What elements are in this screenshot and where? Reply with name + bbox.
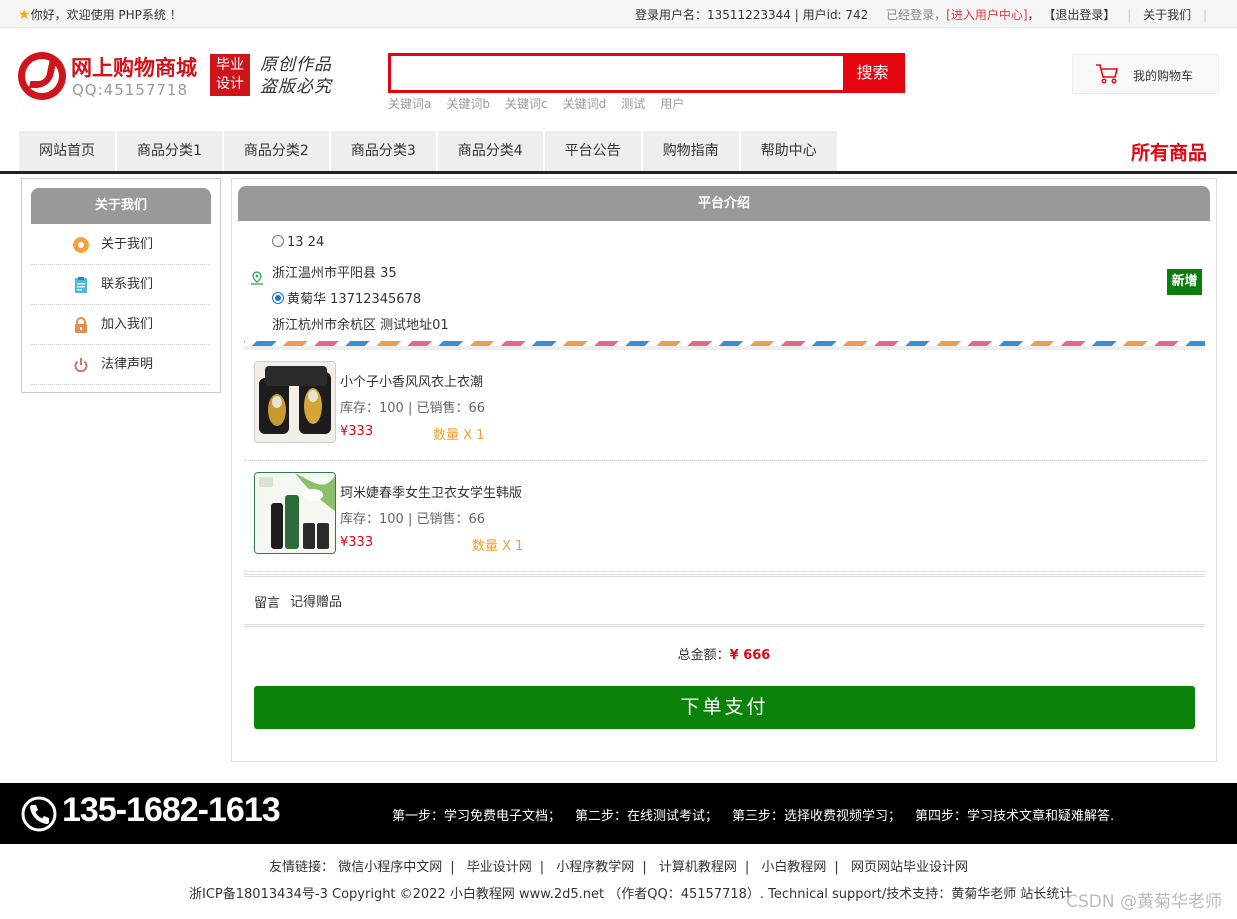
user-info: 登录用户名：13511223344 | 用户id: 742 — [634, 8, 869, 22]
sidebar: 关于我们 关于我们 联系我们 加入我们 法律声明 — [21, 178, 221, 393]
address-list: 13 24 浙江温州市平阳县 35 黄菊华 13712345678 浙江杭州市余… — [250, 231, 1205, 339]
nav-item-category-1[interactable]: 商品分类1 — [117, 131, 222, 171]
cart-button[interactable]: 我的购物车 — [1072, 54, 1219, 94]
site-logo[interactable]: 网上购物商城 QQ:45157718 毕业 设计 原创作品 盗版必究 — [18, 50, 338, 102]
main-nav: 网站首页 商品分类1 商品分类2 商品分类3 商品分类4 平台公告 购物指南 帮… — [0, 131, 1237, 174]
sidebar-item-about[interactable]: 关于我们 — [31, 225, 211, 265]
copyright: 浙ICP备18013434号-3 Copyright ©2022 小白教程网 w… — [189, 887, 1073, 902]
orange-circle-icon — [73, 237, 89, 253]
nav-item-announcement[interactable]: 平台公告 — [544, 131, 641, 171]
divider: | — [1127, 8, 1132, 22]
product-name[interactable]: 小个子小香风风衣上衣潮 — [340, 371, 483, 390]
nav-item-category-3[interactable]: 商品分类3 — [330, 131, 436, 171]
learning-steps: 第一步：学习免费电子文档； 第二步：在线测试考试； 第三步：选择收费视频学习； 第四步… — [392, 809, 1115, 824]
nav-item-help[interactable]: 帮助中心 — [740, 131, 837, 171]
top-bar-right: 登录用户名：13511223344 | 用户id: 742 已经登录，[进入用户… — [634, 8, 1207, 22]
message-row: 留言 — [244, 574, 1205, 627]
add-address-button[interactable]: 新增 — [1167, 269, 1202, 295]
sidebar-item-legal[interactable]: 法律声明 — [31, 345, 211, 385]
message-input[interactable] — [290, 589, 790, 611]
product-stock: 库存：100 | 已销售：66 — [340, 512, 485, 527]
product-item: 小个子小香风风衣上衣潮 库存：100 | 已销售：66 ¥333 数量 X 1 — [244, 351, 1205, 461]
all-goods-link[interactable]: 所有商品 — [1131, 138, 1207, 165]
sidebar-item-join[interactable]: 加入我们 — [31, 305, 211, 345]
friend-links: 友情链接： 微信小程序中文网 | 毕业设计网 | 小程序教学网 | 计算机教程网 | 小… — [269, 860, 968, 875]
search-button[interactable]: 搜索 — [843, 56, 902, 90]
nav-item-home[interactable]: 网站首页 — [19, 131, 115, 171]
product-quantity: 数量 X 1 — [472, 539, 524, 554]
user-center-link[interactable]: [进入用户中心] — [946, 8, 1027, 22]
hot-keyword[interactable]: 关键词d — [563, 97, 607, 111]
sidebar-item-contact[interactable]: 联系我们 — [31, 265, 211, 305]
hotline-number: 135-1682-1613 — [62, 791, 281, 829]
cart-label: 我的购物车 — [1133, 69, 1194, 83]
divider — [244, 346, 1205, 350]
order-total: 总金额：¥ 666 — [677, 648, 771, 663]
site-qq: QQ:45157718 — [72, 81, 189, 99]
address-text: 浙江杭州市余杭区 测试地址01 — [272, 318, 449, 333]
nav-item-category-2[interactable]: 商品分类2 — [223, 131, 329, 171]
product-item: 珂米婕春季女生卫衣女学生韩版 库存：100 | 已销售：66 ¥333 数量 X… — [244, 462, 1205, 572]
phone-icon — [21, 796, 57, 832]
watermark: CSDN @黄菊华老师 — [1066, 892, 1222, 912]
lock-icon — [75, 317, 87, 333]
product-price: ¥333 — [340, 535, 374, 550]
divider: | — [1202, 8, 1207, 22]
panel-title: 平台介绍 — [238, 186, 1210, 221]
product-thumbnail[interactable] — [254, 361, 336, 443]
product-quantity: 数量 X 1 — [433, 428, 485, 443]
search-input[interactable] — [391, 56, 844, 90]
total-amount: ¥ 666 — [729, 648, 771, 663]
site-title: 网上购物商城 — [71, 56, 197, 80]
hot-keyword[interactable]: 关键词c — [505, 97, 548, 111]
hot-keyword[interactable]: 用户 — [660, 97, 684, 111]
clipboard-icon — [75, 277, 87, 293]
about-link[interactable]: 关于我们 — [1143, 8, 1191, 22]
star-icon: ★ — [18, 7, 31, 23]
logo-mark-icon — [18, 52, 66, 100]
cart-icon — [1096, 64, 1119, 84]
address-text: 浙江温州市平阳县 35 — [272, 266, 397, 281]
design-badge: 毕业 设计 — [210, 54, 250, 96]
place-order-button[interactable]: 下单支付 — [254, 686, 1195, 729]
hot-keywords: 关键词a 关键词b 关键词c 关键词d 测试 用户 — [388, 95, 699, 112]
product-thumbnail[interactable] — [254, 472, 336, 554]
search-box: 搜索 — [388, 53, 905, 93]
friend-link[interactable]: 小白教程网 — [761, 860, 826, 875]
slogan: 原创作品 盗版必究 — [260, 55, 332, 97]
friend-link[interactable]: 网页网站毕业设计网 — [851, 860, 968, 875]
friend-link[interactable]: 微信小程序中文网 — [338, 860, 442, 875]
friend-link[interactable]: 毕业设计网 — [467, 860, 532, 875]
power-icon — [74, 358, 88, 373]
product-stock: 库存：100 | 已销售：66 — [340, 401, 485, 416]
friend-link[interactable]: 计算机教程网 — [659, 860, 737, 875]
address-option-selected[interactable]: 黄菊华 13712345678 — [272, 288, 421, 307]
top-bar: ★你好，欢迎使用 PHP系统 ！ 登录用户名：13511223344 | 用户i… — [0, 0, 1237, 28]
message-label: 留言 — [254, 596, 281, 611]
location-pin-icon — [251, 271, 263, 285]
logout-link[interactable]: 【退出登录】 — [1043, 8, 1115, 22]
friend-link[interactable]: 小程序教学网 — [556, 860, 634, 875]
nav-item-category-4[interactable]: 商品分类4 — [437, 131, 543, 171]
login-status: 已经登录， — [886, 8, 947, 22]
nav-item-guide[interactable]: 购物指南 — [642, 131, 739, 171]
footer-bar: 135-1682-1613 第一步：学习免费电子文档； 第二步：在线测试考试； 第三… — [0, 783, 1237, 844]
welcome-text: ★你好，欢迎使用 PHP系统 ！ — [18, 7, 182, 23]
address-radio[interactable] — [272, 235, 284, 247]
sidebar-title: 关于我们 — [31, 188, 211, 224]
address-option[interactable]: 13 24 — [272, 235, 324, 250]
hot-keyword[interactable]: 关键词a — [388, 97, 431, 111]
product-price: ¥333 — [340, 424, 374, 439]
hot-keyword[interactable]: 关键词b — [446, 97, 490, 111]
friend-links-label: 友情链接： — [269, 860, 335, 875]
product-name[interactable]: 珂米婕春季女生卫衣女学生韩版 — [340, 482, 522, 501]
address-radio-checked[interactable] — [272, 292, 284, 304]
main-panel: 平台介绍 13 24 浙江温州市平阳县 35 黄菊华 13712345678 浙… — [231, 178, 1217, 762]
hot-keyword[interactable]: 测试 — [621, 97, 645, 111]
